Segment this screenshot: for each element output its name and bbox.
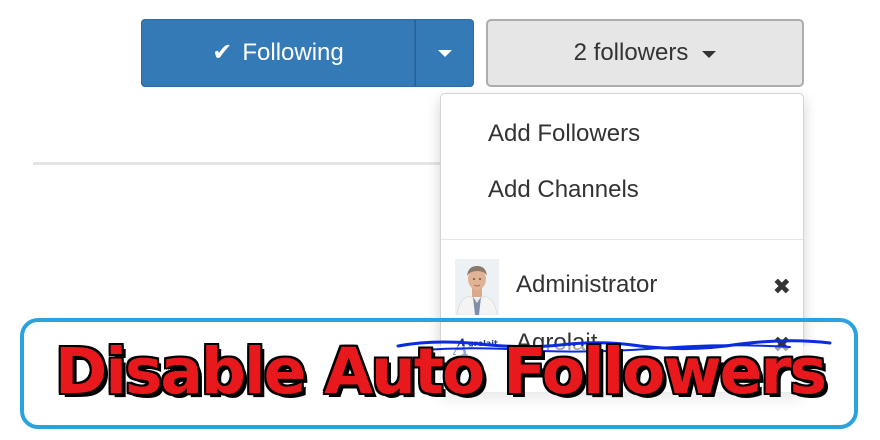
banner-title: Disable Auto Followers	[55, 335, 827, 408]
